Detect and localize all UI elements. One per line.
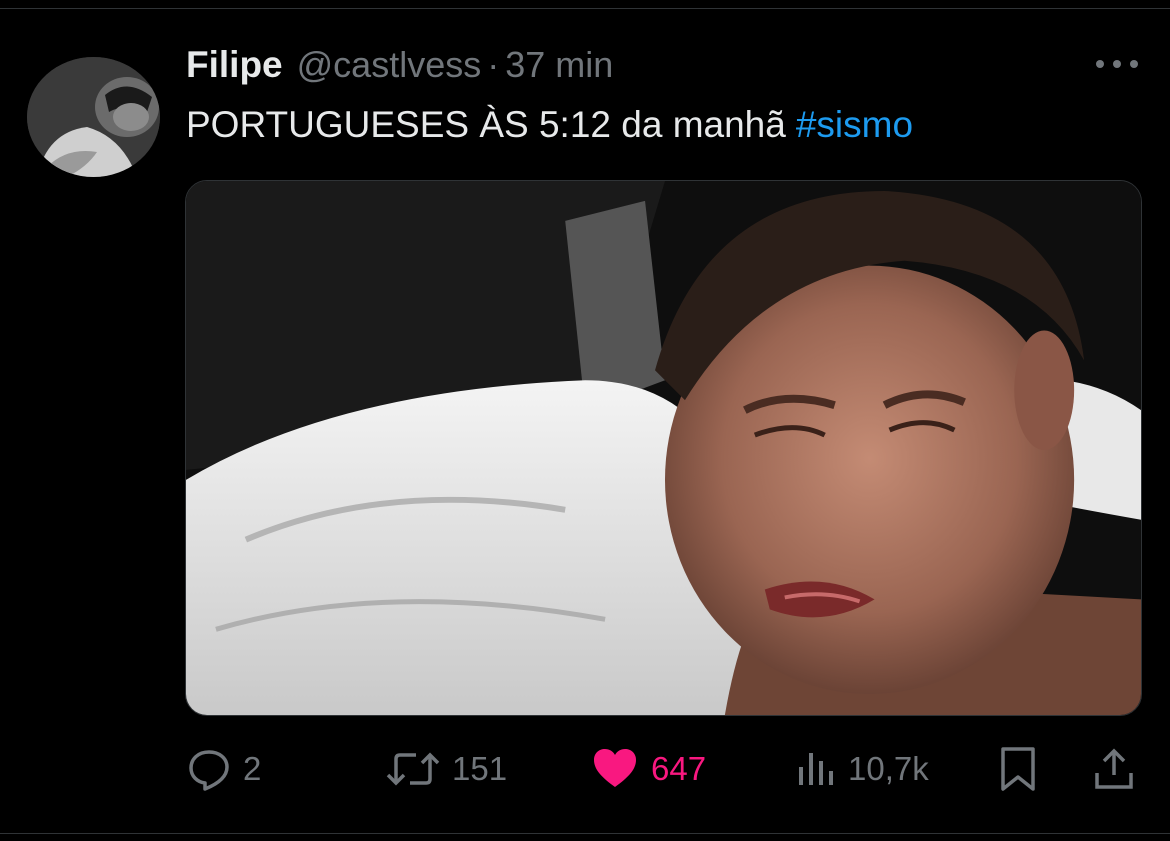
views-button[interactable]: 10,7k xyxy=(796,745,929,793)
top-divider xyxy=(0,8,1170,9)
timestamp[interactable]: 37 min xyxy=(505,44,613,86)
reply-button[interactable]: 2 xyxy=(187,745,261,793)
avatar[interactable] xyxy=(27,57,160,177)
more-options-button[interactable] xyxy=(1094,52,1140,76)
photo-image xyxy=(186,181,1141,715)
hashtag-link[interactable]: #sismo xyxy=(796,104,913,145)
tweet-media[interactable] xyxy=(185,180,1142,716)
tweet-header: Filipe @castlvess · 37 min xyxy=(186,44,613,88)
retweet-count: 151 xyxy=(452,750,508,787)
heart-icon xyxy=(594,749,636,787)
retweet-icon xyxy=(386,752,440,786)
bookmark-button[interactable] xyxy=(998,745,1038,793)
like-count: 647 xyxy=(651,750,707,787)
share-button[interactable] xyxy=(1092,745,1136,793)
separator-dot: · xyxy=(487,44,500,85)
reply-icon xyxy=(189,750,229,791)
tweet-text: PORTUGUESES ÀS 5:12 da manhã #sismo xyxy=(186,104,913,146)
like-button[interactable]: 647 xyxy=(591,745,706,793)
bookmark-icon xyxy=(1001,747,1035,791)
avatar-image xyxy=(27,57,160,177)
tweet-body: PORTUGUESES ÀS 5:12 da manhã xyxy=(186,104,786,145)
views-icon xyxy=(799,753,833,785)
retweet-button[interactable]: 151 xyxy=(386,745,507,793)
author-handle[interactable]: @castlvess xyxy=(297,44,482,86)
share-icon xyxy=(1095,748,1133,789)
bottom-divider xyxy=(0,833,1170,834)
author-name[interactable]: Filipe xyxy=(186,44,283,86)
reply-count: 2 xyxy=(243,750,262,787)
views-count: 10,7k xyxy=(848,750,929,787)
more-icon xyxy=(1096,60,1138,68)
